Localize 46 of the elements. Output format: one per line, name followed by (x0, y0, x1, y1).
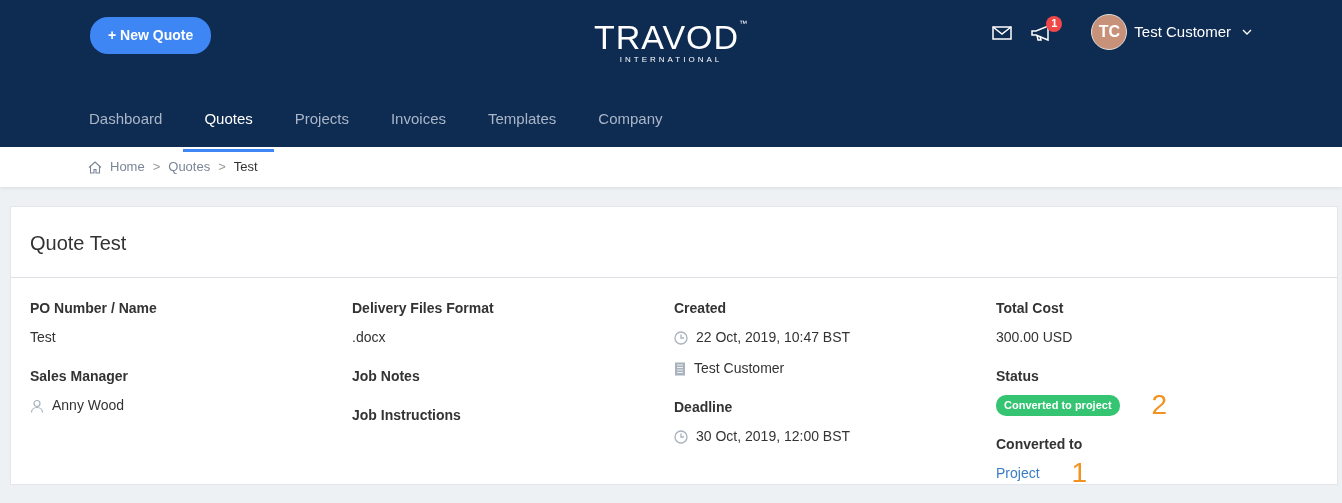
person-icon (30, 398, 44, 413)
breadcrumb-current: Test (233, 158, 258, 177)
status-badge: Converted to project (996, 395, 1120, 416)
home-icon (88, 160, 102, 174)
breadcrumb-link[interactable]: Home (110, 157, 145, 177)
field-label: Converted to (996, 434, 1084, 454)
nav-tab[interactable]: Company (577, 92, 684, 152)
nav-tab[interactable]: Projects (273, 92, 370, 152)
breadcrumb-separator: > (218, 158, 226, 177)
breadcrumb-link[interactable]: Quotes (168, 157, 211, 177)
new-quote-button[interactable]: + New Quote (90, 17, 212, 54)
annotation-number: 1 (1071, 463, 1088, 483)
project-link[interactable]: Project (996, 462, 1040, 484)
field-value: Test Customer (694, 359, 785, 378)
breadcrumb-separator: > (152, 158, 161, 177)
field-label: Status (996, 367, 1040, 386)
logo-tagline: INTERNATIONAL (618, 56, 724, 64)
field-label: Sales Manager (30, 367, 130, 386)
field-value: .docx (352, 328, 386, 347)
field-label: Delivery Files Format (352, 299, 495, 318)
clock-icon (674, 330, 688, 345)
nav-tab[interactable]: Templates (467, 92, 578, 152)
mail-icon[interactable] (992, 25, 1013, 40)
logo-text: TRAVOD™ (593, 20, 749, 54)
annotation-number: 2 (1151, 395, 1168, 416)
field-label: Total Cost (996, 299, 1065, 318)
building-icon (674, 361, 686, 376)
clock-icon (674, 429, 688, 444)
field-label: PO Number / Name (30, 299, 158, 318)
field-value: 30 Oct, 2019, 12:00 BST (696, 427, 851, 446)
field-value: 22 Oct, 2019, 10:47 BST (696, 328, 851, 347)
field-value: 300.00 USD (996, 328, 1073, 347)
field-label: Created (674, 299, 728, 318)
avatar: TC (1091, 14, 1128, 50)
card-title: Quote Test (11, 207, 1337, 278)
user-menu[interactable]: TC Test Customer (1091, 14, 1252, 50)
chevron-down-icon (1242, 29, 1252, 35)
user-name: Test Customer (1134, 21, 1231, 42)
field-value: Test (30, 328, 56, 347)
field-label: Job Instructions (352, 406, 462, 425)
nav-tab[interactable]: Dashboard (68, 92, 184, 152)
field-label: Job Notes (352, 367, 421, 386)
notification-badge: 1 (1046, 15, 1063, 32)
field-value: Anny Wood (52, 396, 125, 415)
nav-tab[interactable]: Invoices (369, 92, 467, 152)
field-label: Deadline (674, 398, 734, 417)
